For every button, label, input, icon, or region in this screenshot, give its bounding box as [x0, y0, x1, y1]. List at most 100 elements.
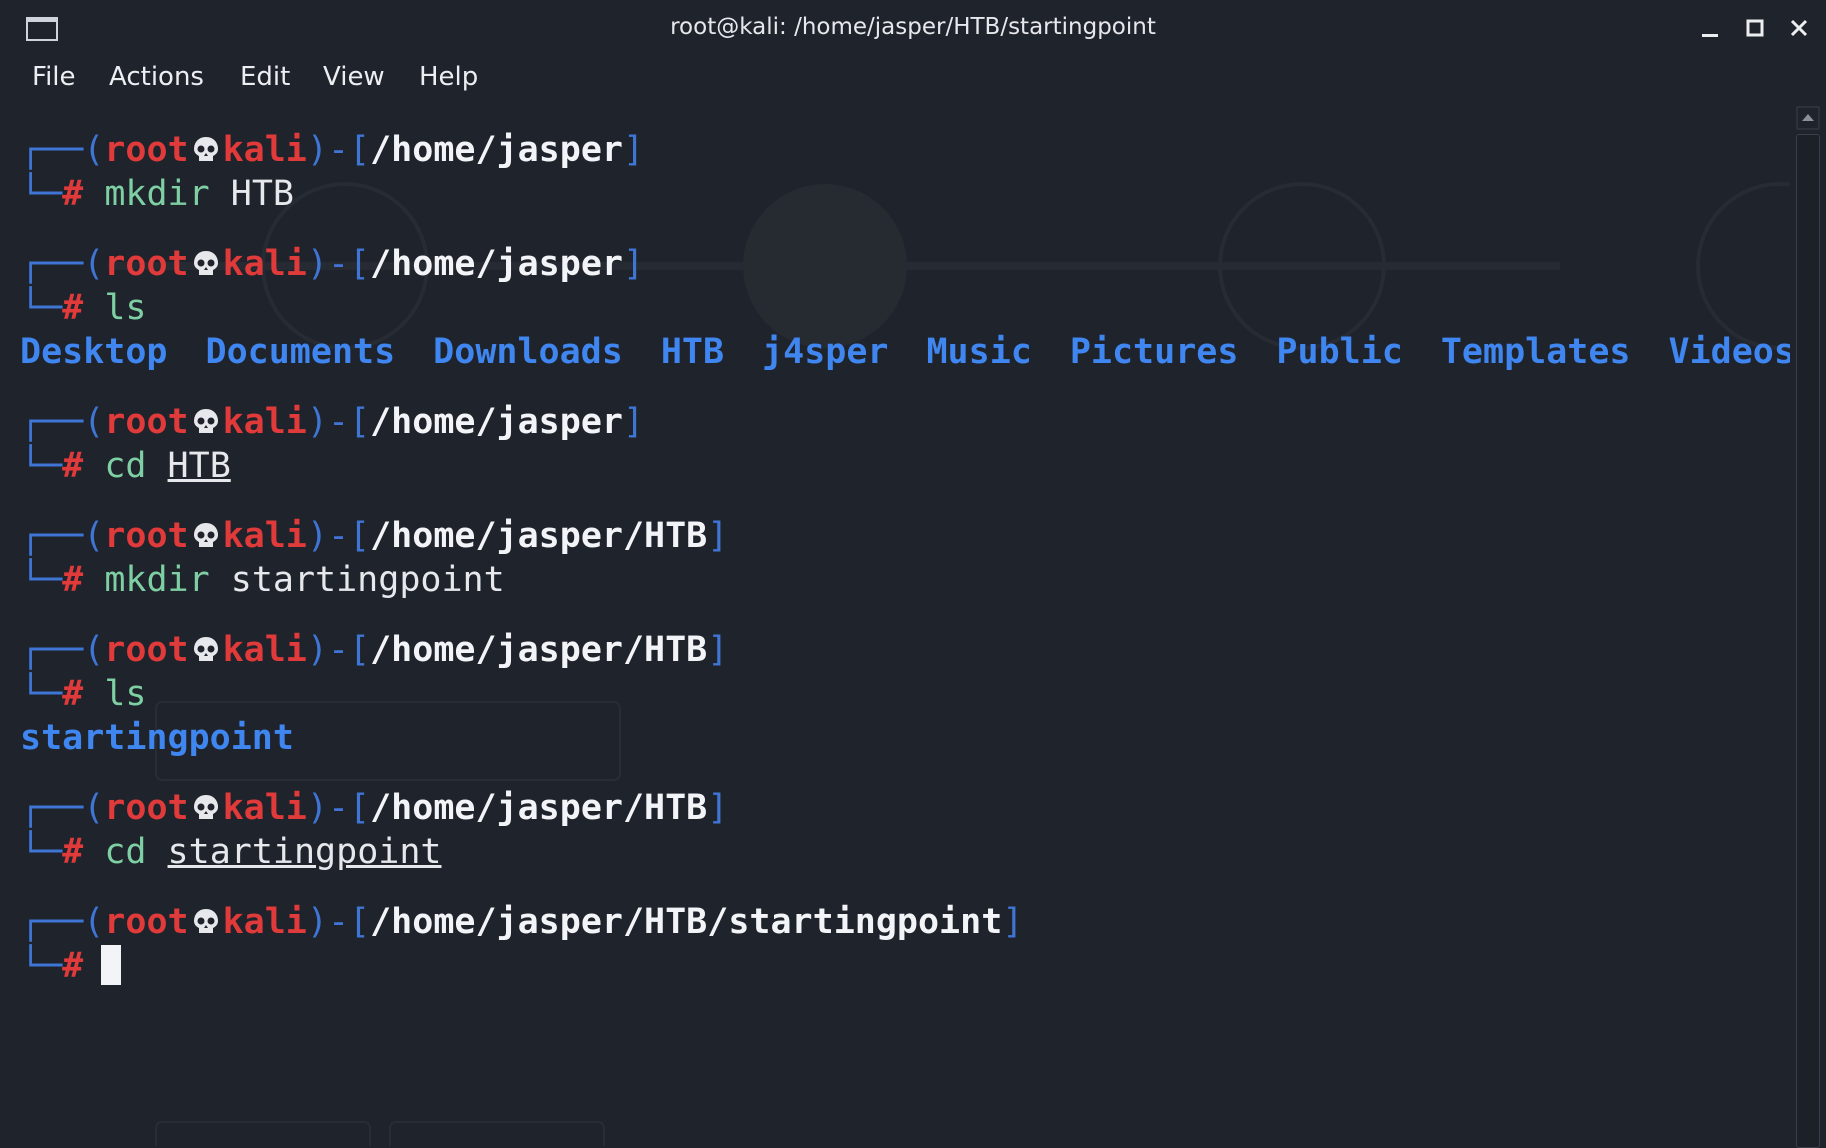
prompt-user: root — [104, 630, 189, 670]
prompt-frame: ] — [622, 244, 645, 284]
directory-entry: Pictures — [1069, 332, 1239, 372]
prompt-frame: )-[ — [306, 630, 371, 670]
prompt-user: root — [104, 244, 189, 284]
menu-file[interactable]: File — [30, 62, 78, 92]
prompt-frame: )-[ — [306, 516, 371, 556]
prompt-frame: ┌──( — [20, 130, 105, 170]
prompt-frame: ┌──( — [20, 788, 105, 828]
prompt-host: kali — [222, 630, 307, 670]
menu-bar: File Actions Edit View Help — [0, 56, 1826, 106]
maximize-icon[interactable] — [1741, 14, 1769, 42]
prompt-host: kali — [222, 902, 307, 942]
prompt-frame: ┌──( — [20, 902, 105, 942]
directory-entry: j4sper — [762, 332, 889, 372]
command-argument: HTB — [167, 446, 231, 486]
command-argument: startingpoint — [167, 832, 442, 872]
command-name: cd — [104, 832, 147, 872]
prompt-line: ┌──(root kali)-[/home/jasper/HTB] — [20, 786, 728, 830]
directory-entry: Public — [1276, 332, 1403, 372]
prompt-hash: # — [62, 946, 84, 986]
prompt-frame: )-[ — [306, 244, 371, 284]
prompt-frame: ┌──( — [20, 630, 105, 670]
prompt-frame: └─ — [20, 560, 63, 600]
menu-edit[interactable]: Edit — [238, 62, 292, 92]
prompt-path: /home/jasper/HTB/startingpoint — [370, 902, 1003, 942]
skull-icon — [193, 909, 218, 933]
ls-output: Desktop Documents Downloads HTB j4sper Music P… — [20, 330, 1790, 374]
prompt-user: root — [104, 130, 189, 170]
close-icon[interactable] — [1785, 14, 1813, 42]
title-bar: root@kali: /home/jasper/HTB/startingpoin… — [0, 0, 1826, 56]
prompt-user: root — [104, 402, 189, 442]
directory-entry: Documents — [205, 332, 396, 372]
prompt-line: ┌──(root kali)-[/home/jasper] — [20, 400, 644, 444]
prompt-user: root — [104, 788, 189, 828]
command-line: └─# ls — [20, 672, 146, 716]
prompt-frame: └─ — [20, 946, 63, 986]
prompt-user: root — [104, 902, 189, 942]
prompt-host: kali — [222, 516, 307, 556]
terminal-cursor[interactable] — [101, 945, 122, 985]
prompt-line: ┌──(root kali)-[/home/jasper] — [20, 128, 644, 172]
command-line: └─# mkdir HTB — [20, 172, 294, 216]
scrollbar[interactable] — [1790, 106, 1826, 1148]
prompt-user: root — [104, 516, 189, 556]
prompt-host: kali — [222, 788, 307, 828]
scroll-track[interactable] — [1796, 134, 1820, 1148]
prompt-path: /home/jasper/HTB — [370, 788, 708, 828]
ls-output: startingpoint — [20, 716, 332, 760]
prompt-hash: # — [62, 674, 84, 714]
prompt-hash: # — [62, 832, 84, 872]
prompt-frame: )-[ — [306, 402, 371, 442]
skull-icon — [193, 523, 218, 547]
skull-icon — [193, 251, 218, 275]
directory-entry: HTB — [660, 332, 725, 372]
menu-view[interactable]: View — [321, 62, 387, 92]
prompt-host: kali — [222, 130, 307, 170]
prompt-hash: # — [62, 288, 84, 328]
window-title: root@kali: /home/jasper/HTB/startingpoin… — [670, 14, 1156, 40]
directory-entry: Desktop — [20, 332, 168, 372]
prompt-frame: ] — [622, 130, 645, 170]
prompt-frame: └─ — [20, 288, 63, 328]
menu-actions[interactable]: Actions — [107, 62, 206, 92]
prompt-path: /home/jasper — [370, 244, 623, 284]
prompt-frame: └─ — [20, 446, 63, 486]
prompt-frame: ] — [1002, 902, 1024, 942]
directory-entry: Videos — [1668, 332, 1790, 372]
prompt-frame: ] — [707, 516, 729, 556]
scroll-up-arrow-icon[interactable] — [1796, 106, 1820, 130]
terminal-output[interactable]: ┌──(root kali)-[/home/jasper] └─# mkdir HT… — [0, 106, 1790, 1146]
directory-entry: startingpoint — [20, 718, 294, 758]
prompt-host: kali — [222, 402, 307, 442]
prompt-frame: )-[ — [306, 788, 371, 828]
prompt-frame: ] — [707, 788, 729, 828]
prompt-frame: └─ — [20, 832, 63, 872]
prompt-path: /home/jasper — [370, 402, 623, 442]
skull-icon — [193, 409, 218, 433]
command-name: ls — [104, 288, 147, 328]
prompt-frame: ┌──( — [20, 402, 105, 442]
prompt-host: kali — [222, 244, 307, 284]
directory-entry: Templates — [1440, 332, 1631, 372]
prompt-frame: └─ — [20, 174, 63, 214]
skull-icon — [193, 637, 218, 661]
command-name: cd — [104, 446, 147, 486]
active-command-line: └─# — [20, 944, 122, 988]
command-name: mkdir — [104, 174, 210, 214]
prompt-frame: )-[ — [306, 902, 371, 942]
prompt-hash: # — [62, 174, 84, 214]
prompt-path: /home/jasper/HTB — [370, 630, 708, 670]
prompt-line: ┌──(root kali)-[/home/jasper/HTB/starting… — [20, 900, 1023, 944]
prompt-hash: # — [62, 560, 84, 600]
command-name: mkdir — [104, 560, 210, 600]
prompt-path: /home/jasper/HTB — [370, 516, 708, 556]
skull-icon — [193, 137, 218, 161]
prompt-line: ┌──(root kali)-[/home/jasper/HTB] — [20, 514, 728, 558]
command-line: └─# ls — [20, 286, 146, 330]
command-line: └─# mkdir startingpoint — [20, 558, 505, 602]
menu-help[interactable]: Help — [417, 62, 480, 92]
prompt-frame: ] — [622, 402, 645, 442]
minimize-icon[interactable] — [1696, 14, 1724, 42]
directory-entry: Music — [926, 332, 1032, 372]
